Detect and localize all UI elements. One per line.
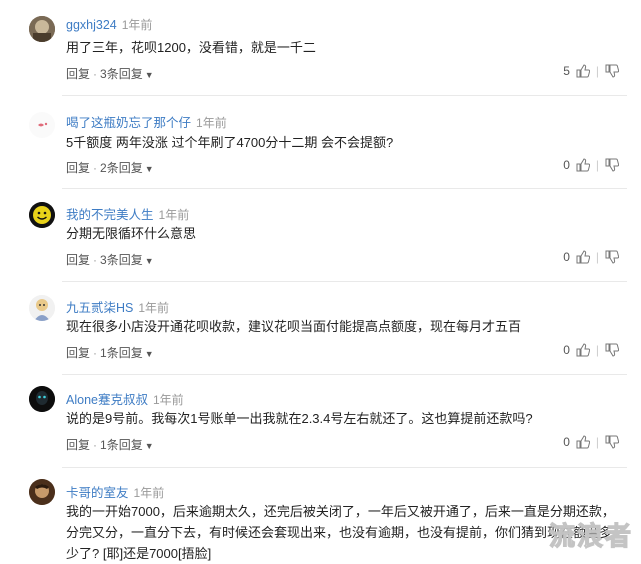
avatar[interactable] [29, 16, 55, 42]
timestamp: 1年前 [158, 208, 190, 222]
comment-text: 说的是9号前。我每次1号账单一出我就在2.3.4号左右就还了。这也算提前还款吗? [66, 411, 533, 426]
like-group: 0 | [562, 435, 619, 449]
thumbs-down-icon[interactable] [605, 158, 619, 172]
view-replies-button[interactable]: 3条回复 ▼ [100, 253, 154, 267]
timestamp: 1年前 [121, 18, 153, 32]
like-group: 5 | [562, 64, 619, 78]
like-count: 0 [563, 250, 570, 264]
avatar[interactable] [29, 295, 55, 321]
comment-item: 我的不完美人生 1年前 分期无限循环什么意思 回复 · 3条回复 ▼ 0 | [0, 189, 641, 282]
user-line: 卡哥的室友 1年前 [66, 482, 164, 501]
divider: | [595, 64, 599, 78]
view-replies-button[interactable]: 1条回复 ▼ [100, 346, 154, 360]
timestamp: 1年前 [133, 486, 165, 500]
chevron-down-icon: ▼ [144, 441, 154, 451]
comment-item: 卡哥的室友 1年前 我的一开始7000，后来逾期太久，还完后被关闭了，一年后又被开… [0, 468, 641, 561]
reply-button[interactable]: 回复 [66, 438, 90, 452]
username[interactable]: 我的不完美人生 [66, 208, 154, 222]
chevron-down-icon: ▼ [144, 70, 154, 80]
avatar[interactable] [29, 112, 55, 138]
like-count: 0 [563, 435, 570, 449]
thumbs-up-icon[interactable] [576, 343, 590, 357]
username[interactable]: Alone蹇克叔叔 [66, 393, 148, 407]
like-group: 0 | [562, 158, 619, 172]
chevron-down-icon: ▼ [144, 349, 154, 359]
comment-text: 分期无限循环什么意思 [66, 226, 197, 241]
comment-actions: 回复 · 3条回复 ▼ [66, 253, 154, 267]
like-count: 5 [563, 64, 570, 78]
reply-button[interactable]: 回复 [66, 253, 90, 267]
chevron-down-icon: ▼ [144, 164, 154, 174]
username[interactable]: 卡哥的室友 [66, 486, 129, 500]
watermark: 流浪者 [548, 521, 633, 552]
timestamp: 1年前 [196, 116, 227, 130]
reply-button[interactable]: 回复 [66, 67, 90, 81]
like-count: 0 [563, 158, 570, 172]
thumbs-up-icon[interactable] [576, 435, 590, 449]
user-line: ggxhj324 1年前 [66, 16, 152, 33]
thumbs-down-icon[interactable] [605, 343, 619, 357]
divider: | [595, 250, 599, 264]
view-replies-button[interactable]: 3条回复 ▼ [100, 67, 154, 81]
comment-text: 5千额度 两年没涨 过个年刷了4700分十二期 会不会提额? [66, 135, 394, 150]
user-line: 九五贰柒HS 1年前 [66, 297, 169, 316]
view-replies-button[interactable]: 2条回复 ▼ [100, 161, 154, 175]
user-line: 喝了这瓶奶忘了那个仔 1年前 [66, 112, 227, 131]
view-replies-button[interactable]: 1条回复 ▼ [100, 438, 154, 452]
comment-actions: 回复 · 1条回复 ▼ [66, 346, 154, 360]
comment-text: 我的一开始7000，后来逾期太久，还完后被关闭了，一年后又被开通了，后来一直是分… [66, 504, 615, 561]
thumbs-down-icon[interactable] [605, 250, 619, 264]
comment-item: ggxhj324 1年前 用了三年，花呗1200，没看错，就是一千二 回复 · 3条回… [0, 0, 641, 96]
thumbs-down-icon[interactable] [605, 64, 619, 78]
divider: | [595, 435, 599, 449]
chevron-down-icon: ▼ [144, 256, 154, 266]
timestamp: 1年前 [152, 393, 184, 407]
avatar[interactable] [29, 479, 55, 505]
like-group: 0 | [562, 250, 619, 264]
avatar[interactable] [29, 386, 55, 412]
reply-button[interactable]: 回复 [66, 346, 90, 360]
divider: | [595, 158, 599, 172]
comment-actions: 回复 · 2条回复 ▼ [66, 161, 154, 175]
thumbs-up-icon[interactable] [576, 250, 590, 264]
user-line: 我的不完美人生 1年前 [66, 204, 189, 223]
comment-actions: 回复 · 1条回复 ▼ [66, 438, 154, 452]
timestamp: 1年前 [138, 301, 170, 315]
reply-button[interactable]: 回复 [66, 161, 90, 175]
username[interactable]: 喝了这瓶奶忘了那个仔 [66, 116, 191, 130]
comment-text: 现在很多小店没开通花呗收款，建议花呗当面付能提高点额度，现在每月才五百 [66, 319, 522, 334]
comment-text: 用了三年，花呗1200，没看错，就是一千二 [66, 40, 316, 55]
user-line: Alone蹇克叔叔 1年前 [66, 389, 184, 408]
thumbs-down-icon[interactable] [605, 435, 619, 449]
username[interactable]: 九五贰柒HS [66, 301, 133, 315]
thumbs-up-icon[interactable] [576, 64, 590, 78]
like-group: 0 | [562, 343, 619, 357]
username[interactable]: ggxhj324 [66, 18, 117, 32]
comment-item: Alone蹇克叔叔 1年前 说的是9号前。我每次1号账单一出我就在2.3.4号左右… [0, 375, 641, 468]
avatar[interactable] [29, 202, 55, 228]
thumbs-up-icon[interactable] [576, 158, 590, 172]
comment-actions: 回复 · 3条回复 ▼ [66, 67, 154, 81]
like-count: 0 [563, 343, 570, 357]
comment-item: 九五贰柒HS 1年前 现在很多小店没开通花呗收款，建议花呗当面付能提高点额度，现在… [0, 282, 641, 375]
comment-item: 喝了这瓶奶忘了那个仔 1年前 5千额度 两年没涨 过个年刷了4700分十二期 会不… [0, 96, 641, 189]
divider: | [595, 343, 599, 357]
